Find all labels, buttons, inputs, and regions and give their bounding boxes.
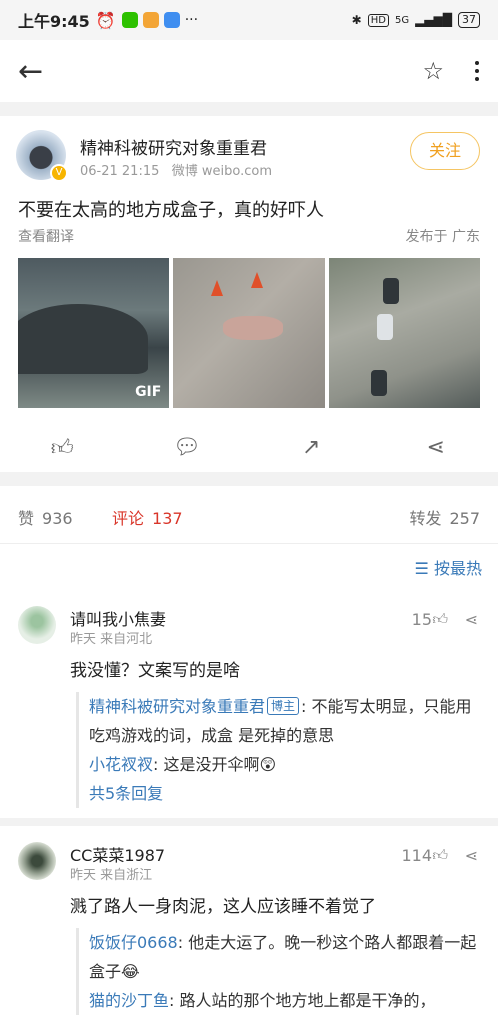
- like-icon[interactable]: 👍︎: [432, 846, 448, 865]
- battery-icon: 37: [458, 12, 480, 28]
- reply-author[interactable]: 猫的沙丁鱼: [89, 991, 169, 1010]
- sort-button[interactable]: ☰ 按最热: [415, 555, 482, 579]
- share-icon[interactable]: ⋖: [416, 435, 456, 460]
- author-name[interactable]: 精神科被研究对象重重君: [80, 134, 267, 159]
- reply-item[interactable]: 饭饭仔0668: 他走大运了。晚一秒这个路人都跟着一起盒子😂: [89, 928, 482, 986]
- image-grid: GIF: [18, 258, 480, 408]
- sort-label: 按最热: [433, 559, 482, 578]
- reply-item[interactable]: 精神科被研究对象重重君 博主: 不能写太明显，只能用吃鸡游戏的词，成盒 是死掉的意…: [89, 692, 482, 750]
- comment-meta: 昨天 来自浙江: [70, 868, 153, 883]
- comment-author[interactable]: CC菜菜1987: [70, 842, 165, 866]
- post-card: V 精神科被研究对象重重君 06-21 21:15 微博 weibo.com 关…: [0, 116, 498, 472]
- alarm-icon: ⏰: [95, 10, 116, 30]
- comment-meta: 昨天 来自河北: [70, 632, 153, 647]
- reply-author[interactable]: 饭饭仔0668: [89, 933, 178, 952]
- arrow-left-icon[interactable]: ←: [18, 54, 52, 89]
- reposts-label: 转发: [409, 509, 442, 528]
- avatar[interactable]: [18, 606, 56, 644]
- status-time: 上午9:45: [18, 12, 90, 31]
- stats-bar: 赞 936 评论 137 转发 257: [0, 486, 498, 544]
- post-source: 微博 weibo.com: [171, 164, 273, 179]
- repost-icon[interactable]: ↗: [291, 435, 331, 460]
- post-text: 不要在太高的地方成盒子，真的好吓人: [18, 200, 324, 221]
- signal-icon: ▂▄▆█: [415, 13, 452, 27]
- post-image[interactable]: [173, 258, 325, 408]
- reply-text: : 这是没开伞啊😲: [153, 755, 277, 774]
- post-meta: 06-21 21:15 微博 weibo.com: [80, 160, 272, 179]
- comment-like-count: 15: [411, 610, 432, 629]
- comment-text: 溅了路人一身肉泥，这人应该睡不着觉了: [70, 897, 376, 917]
- translate-link[interactable]: 查看翻译: [18, 226, 74, 246]
- comment-like-count: 114: [401, 846, 432, 865]
- bluetooth-icon: ✱: [351, 13, 362, 27]
- gif-label: GIF: [135, 384, 162, 400]
- author-row: V 精神科被研究对象重重君 06-21 21:15 微博 weibo.com 关…: [16, 130, 482, 182]
- sort-icon: ☰: [414, 559, 429, 578]
- reposts-count: 257: [449, 509, 480, 528]
- reply-text: : 路人站的那个地方地上都是干净的，: [169, 991, 436, 1010]
- reply-item[interactable]: 小花衩衩: 这是没开伞啊😲: [89, 750, 482, 779]
- avatar[interactable]: V: [16, 130, 68, 182]
- wechat-icon: [121, 12, 138, 28]
- like-icon[interactable]: 👍︎: [42, 434, 82, 461]
- avatar[interactable]: [18, 842, 56, 880]
- share-icon[interactable]: ⋖: [465, 846, 478, 865]
- comments-count: 137: [152, 509, 183, 528]
- more-vertical-icon[interactable]: [474, 61, 480, 81]
- likes-label: 赞: [18, 509, 35, 528]
- network-label: 5G: [394, 14, 410, 26]
- reply-list: 饭饭仔0668: 他走大运了。晚一秒这个路人都跟着一起盒子😂 猫的沙丁鱼: 路人…: [76, 928, 482, 1015]
- more-replies-link[interactable]: 共5条回复: [89, 779, 482, 808]
- comment-author[interactable]: 请叫我小焦妻: [70, 606, 166, 630]
- comment-icon[interactable]: 💬︎: [167, 435, 207, 460]
- follow-button[interactable]: 关注: [410, 132, 480, 170]
- comments-tab[interactable]: 评论 137: [112, 505, 183, 529]
- reply-item[interactable]: 猫的沙丁鱼: 路人站的那个地方地上都是干净的，: [89, 986, 482, 1015]
- more-dots-icon: ···: [184, 12, 199, 28]
- reply-author[interactable]: 小花衩衩: [89, 755, 153, 774]
- app-icon: [163, 12, 180, 28]
- likes-tab[interactable]: 赞 936: [18, 505, 73, 529]
- comment-text: 我没懂？文案写的是啥: [70, 661, 240, 681]
- post-actions: 👍︎ 💬︎ ↗ ⋖: [0, 422, 498, 472]
- reply-list: 精神科被研究对象重重君 博主: 不能写太明显，只能用吃鸡游戏的词，成盒 是死掉的意…: [76, 692, 482, 808]
- author-badge: 博主: [267, 697, 300, 715]
- comment-item: CC菜菜1987 昨天 来自浙江 114 👍︎ ⋖ 溅了路人一身肉泥，这人应该睡…: [0, 826, 498, 1024]
- comments-label: 评论: [112, 509, 145, 528]
- likes-count: 936: [42, 509, 73, 528]
- post-location: 发布于 广东: [405, 229, 480, 245]
- hd-badge: HD: [367, 13, 389, 27]
- comment-item: 请叫我小焦妻 昨天 来自河北 15 👍︎ ⋖ 我没懂？文案写的是啥 精神科被研究…: [0, 590, 498, 818]
- reposts-tab[interactable]: 转发 257: [409, 505, 480, 529]
- share-icon[interactable]: ⋖: [465, 610, 478, 629]
- post-date: 06-21 21:15: [80, 164, 160, 179]
- post-image[interactable]: [328, 258, 480, 408]
- verified-icon: V: [50, 164, 68, 182]
- sort-bar: ☰ 按最热: [0, 544, 498, 590]
- post-image-gif[interactable]: GIF: [18, 258, 170, 408]
- top-bar: ← ☆: [0, 40, 498, 102]
- reply-author[interactable]: 精神科被研究对象重重君: [89, 697, 265, 716]
- app-icon: [142, 12, 159, 28]
- star-icon[interactable]: ☆: [422, 57, 444, 85]
- status-bar: 上午9:45 ⏰ ··· ✱ HD 5G ▂▄▆█ 37: [0, 0, 498, 40]
- like-icon[interactable]: 👍︎: [432, 610, 448, 629]
